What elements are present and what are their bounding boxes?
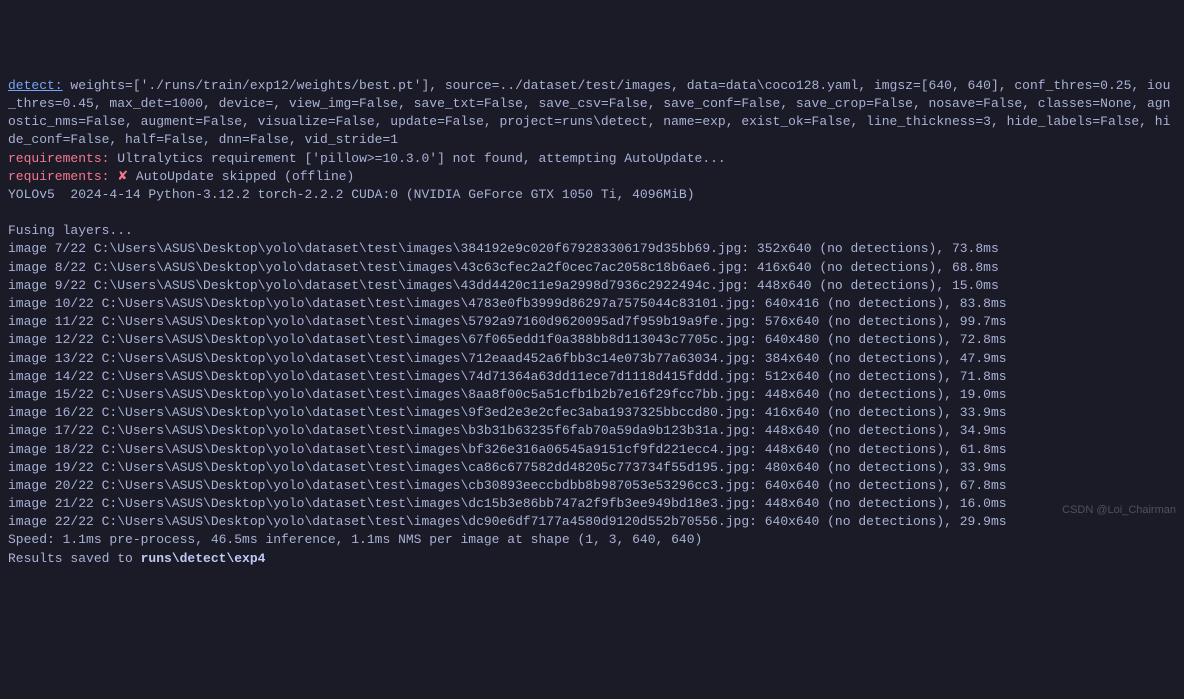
image-line: image 21/22 C:\Users\ASUS\Desktop\yolo\d… — [8, 495, 1176, 513]
image-line: image 12/22 C:\Users\ASUS\Desktop\yolo\d… — [8, 331, 1176, 349]
image-line: image 16/22 C:\Users\ASUS\Desktop\yolo\d… — [8, 404, 1176, 422]
blank-line — [8, 204, 1176, 222]
version-line: YOLOv5 2024-4-14 Python-3.12.2 torch-2.2… — [8, 186, 1176, 204]
image-line: image 8/22 C:\Users\ASUS\Desktop\yolo\da… — [8, 259, 1176, 277]
image-line: image 10/22 C:\Users\ASUS\Desktop\yolo\d… — [8, 295, 1176, 313]
image-line: image 20/22 C:\Users\ASUS\Desktop\yolo\d… — [8, 477, 1176, 495]
speed-line: Speed: 1.1ms pre-process, 46.5ms inferen… — [8, 531, 1176, 549]
image-line: image 13/22 C:\Users\ASUS\Desktop\yolo\d… — [8, 350, 1176, 368]
detect-params: weights=['./runs/train/exp12/weights/bes… — [8, 78, 1170, 148]
image-line: image 18/22 C:\Users\ASUS\Desktop\yolo\d… — [8, 441, 1176, 459]
results-line: Results saved to runs\detect\exp4 — [8, 550, 1176, 568]
requirements-keyword: requirements: — [8, 151, 109, 166]
image-line: image 11/22 C:\Users\ASUS\Desktop\yolo\d… — [8, 313, 1176, 331]
image-line: image 15/22 C:\Users\ASUS\Desktop\yolo\d… — [8, 386, 1176, 404]
detect-line: detect: weights=['./runs/train/exp12/wei… — [8, 77, 1176, 150]
image-line: image 7/22 C:\Users\ASUS\Desktop\yolo\da… — [8, 240, 1176, 258]
terminal-output: detect: weights=['./runs/train/exp12/wei… — [8, 77, 1176, 568]
requirements-text-1: Ultralytics requirement ['pillow>=10.3.0… — [109, 151, 725, 166]
results-prefix: Results saved to — [8, 551, 141, 566]
results-path: runs\detect\exp4 — [141, 551, 266, 566]
fusing-line: Fusing layers... — [8, 222, 1176, 240]
image-line: image 22/22 C:\Users\ASUS\Desktop\yolo\d… — [8, 513, 1176, 531]
image-line: image 14/22 C:\Users\ASUS\Desktop\yolo\d… — [8, 368, 1176, 386]
cross-icon: ✘ — [109, 169, 136, 184]
requirements-keyword: requirements: — [8, 169, 109, 184]
detect-keyword: detect: — [8, 78, 63, 93]
image-line: image 17/22 C:\Users\ASUS\Desktop\yolo\d… — [8, 422, 1176, 440]
image-line: image 19/22 C:\Users\ASUS\Desktop\yolo\d… — [8, 459, 1176, 477]
image-line: image 9/22 C:\Users\ASUS\Desktop\yolo\da… — [8, 277, 1176, 295]
requirements-text-2: AutoUpdate skipped (offline) — [136, 169, 354, 184]
requirements-line-1: requirements: Ultralytics requirement ['… — [8, 150, 1176, 168]
requirements-line-2: requirements: ✘ AutoUpdate skipped (offl… — [8, 168, 1176, 186]
